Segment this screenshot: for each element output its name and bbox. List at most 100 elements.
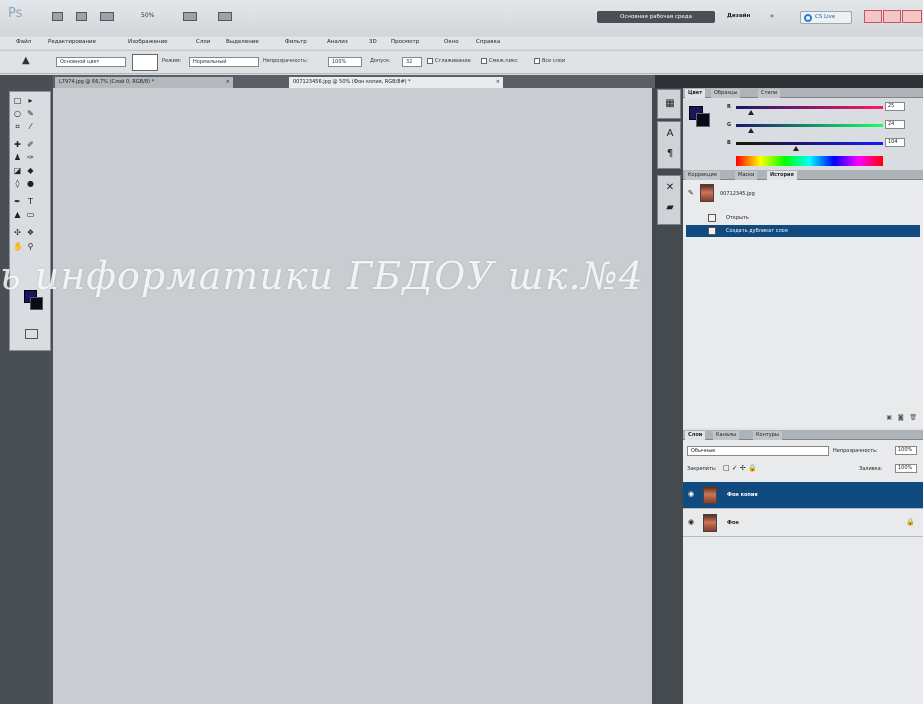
blue-slider[interactable] [736, 142, 883, 145]
tab-adjustments[interactable]: Коррекция [685, 171, 720, 180]
all-layers-checkbox[interactable] [534, 58, 540, 64]
mini-bridge-icon[interactable] [76, 12, 87, 21]
workspace-more-button[interactable]: » [770, 12, 774, 20]
fill-input[interactable]: 100% [895, 464, 917, 473]
history-snapshot[interactable]: ✎ 00712345.jpg [686, 183, 920, 205]
menu-window[interactable]: Окно [444, 39, 459, 45]
green-slider-thumb[interactable] [747, 128, 754, 133]
pen-tool-icon[interactable]: ✒ [13, 197, 22, 206]
close-window-button[interactable] [902, 10, 922, 23]
cs-live-button[interactable]: CS Live [800, 11, 852, 24]
antialias-checkbox[interactable] [427, 58, 433, 64]
navigator-icon[interactable]: ▦ [664, 98, 676, 109]
quick-mask-icon[interactable] [25, 329, 38, 339]
menu-help[interactable]: Справка [476, 39, 500, 45]
layer-opacity-input[interactable]: 100% [895, 446, 917, 455]
tab-channels[interactable]: Каналы [713, 431, 740, 440]
contiguous-checkbox[interactable] [481, 58, 487, 64]
tab-swatches[interactable]: Образцы [711, 89, 741, 98]
menu-edit[interactable]: Редактирование [48, 39, 96, 45]
clone-stamp-tool-icon[interactable]: ♟ [13, 153, 22, 162]
red-slider[interactable] [736, 106, 883, 109]
view-extras-icon[interactable] [100, 12, 114, 21]
mode-select[interactable]: Нормальный [189, 57, 259, 67]
character-icon[interactable]: A [664, 128, 676, 139]
eraser-tool-icon[interactable]: ◪ [13, 166, 22, 175]
minimize-button[interactable] [864, 10, 882, 23]
pattern-swatch[interactable] [132, 54, 158, 71]
brush-presets-icon[interactable]: ▰ [664, 202, 676, 213]
color-panel-background-swatch[interactable] [696, 113, 710, 127]
menu-select[interactable]: Выделение [226, 39, 259, 45]
menu-layers[interactable]: Слои [196, 39, 210, 45]
background-color-swatch[interactable] [30, 297, 43, 310]
red-value-input[interactable]: 25 [885, 102, 905, 111]
zoom-level-dropdown[interactable]: 50% [141, 12, 154, 19]
tab-masks[interactable]: Маски [735, 171, 758, 180]
visibility-eye-icon[interactable]: ◉ [688, 519, 695, 526]
bridge-icon[interactable] [52, 12, 63, 21]
create-snapshot-icon[interactable]: ◙ [898, 414, 904, 421]
tab-history[interactable]: История [767, 171, 797, 180]
tab-color[interactable]: Цвет [685, 89, 706, 98]
blur-tool-icon[interactable]: ◊ [13, 179, 22, 188]
hand-tool-icon[interactable]: ✋ [13, 242, 23, 251]
quick-select-tool-icon[interactable]: ✎ [26, 109, 35, 118]
paragraph-icon[interactable]: ¶ [664, 148, 676, 159]
eyedropper-tool-icon[interactable]: ⁄ [26, 122, 35, 131]
tolerance-input[interactable]: 32 [402, 57, 422, 67]
menu-3d[interactable]: 3D [369, 39, 377, 45]
workspace-essentials-button[interactable]: Основная рабочая среда [597, 11, 715, 23]
maximize-button[interactable] [883, 10, 901, 23]
close-tab-1-icon[interactable]: × [226, 77, 230, 88]
tab-layers[interactable]: Слои [685, 431, 706, 440]
crop-tool-icon[interactable]: ⌗ [13, 122, 22, 131]
color-spectrum-ramp[interactable] [736, 156, 883, 166]
tab-styles[interactable]: Стили [758, 89, 781, 98]
blend-mode-select[interactable]: Обычные [687, 446, 829, 456]
green-slider[interactable] [736, 124, 883, 127]
document-tab-1[interactable]: L7974.jpg @ 66,7% (Слой 0, RGB/8) * × [55, 77, 233, 88]
lock-options-icons[interactable]: □ ✓ ✢ 🔒 [723, 464, 757, 472]
layer-row-background-copy[interactable]: ◉ Фон копия [683, 482, 923, 509]
paint-bucket-tool-icon[interactable]: ▲ [22, 55, 30, 66]
lasso-tool-icon[interactable]: ○ [13, 109, 22, 118]
3d-rotate-tool-icon[interactable]: ✣ [13, 228, 22, 237]
delete-state-icon[interactable]: 🗑 [909, 414, 917, 421]
tool-presets-icon[interactable]: ✕ [664, 182, 676, 193]
blue-value-input[interactable]: 104 [885, 138, 905, 147]
green-value-input[interactable]: 24 [885, 120, 905, 129]
marquee-tool-icon[interactable]: □ [13, 96, 22, 105]
move-tool-icon[interactable]: ▸ [26, 96, 35, 105]
document-tab-2[interactable]: 007123456.jpg @ 50% (Фон копия, RGB/8#) … [289, 77, 503, 88]
zoom-tool-icon[interactable]: ⚲ [26, 242, 35, 251]
layer-row-background[interactable]: ◉ Фон 🔒 [683, 510, 923, 537]
menu-file[interactable]: Файл [16, 39, 31, 45]
3d-orbit-tool-icon[interactable]: ❖ [26, 228, 35, 237]
paint-bucket-tool-icon-panel[interactable]: ◆ [26, 166, 35, 175]
history-step-open[interactable]: Открыть [686, 212, 920, 224]
close-tab-2-icon[interactable]: × [496, 77, 500, 88]
fill-source-select[interactable]: Основной цвет [56, 57, 126, 67]
document-canvas[interactable] [53, 88, 655, 704]
history-step-duplicate-layer[interactable]: Создать дубликат слоя [686, 225, 920, 237]
screen-mode-icon[interactable] [218, 12, 232, 21]
workspace-design-button[interactable]: Дизайн [727, 13, 750, 19]
menu-filter[interactable]: Фильтр [285, 39, 307, 45]
tab-paths[interactable]: Контуры [753, 431, 782, 440]
arrange-documents-icon[interactable] [183, 12, 197, 21]
visibility-eye-icon[interactable]: ◉ [688, 491, 695, 498]
history-brush-tool-icon[interactable]: ✑ [26, 153, 35, 162]
menu-view[interactable]: Просмотр [391, 39, 419, 45]
dodge-tool-icon[interactable]: ● [26, 179, 35, 188]
healing-brush-tool-icon[interactable]: ✚ [13, 140, 22, 149]
path-selection-tool-icon[interactable]: ▲ [13, 210, 22, 219]
type-tool-icon[interactable]: T [26, 197, 35, 206]
new-document-from-state-icon[interactable]: ▣ [886, 414, 892, 421]
opacity-input[interactable]: 100% [328, 57, 362, 67]
red-slider-thumb[interactable] [747, 110, 754, 115]
menu-image[interactable]: Изображение [128, 39, 168, 45]
brush-tool-icon[interactable]: ✐ [26, 140, 35, 149]
blue-slider-thumb[interactable] [793, 146, 800, 151]
menu-analysis[interactable]: Анализ [327, 39, 348, 45]
